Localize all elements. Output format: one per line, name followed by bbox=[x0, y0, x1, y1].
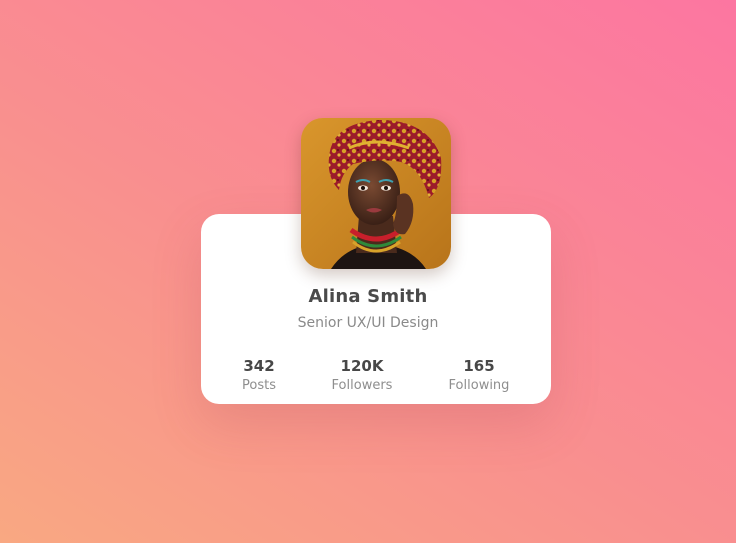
profile-name: Alina Smith bbox=[308, 286, 428, 307]
stat-followers-label: Followers bbox=[331, 378, 393, 393]
portrait-photo-icon bbox=[301, 118, 451, 269]
stat-posts-value: 342 bbox=[243, 357, 275, 375]
profile-role: Senior UX/UI Design bbox=[297, 315, 439, 331]
stat-following-value: 165 bbox=[463, 357, 495, 375]
stat-followers[interactable]: 120K Followers bbox=[307, 356, 417, 396]
profile-avatar[interactable] bbox=[301, 118, 451, 269]
stat-following-label: Following bbox=[448, 378, 510, 393]
stat-posts-label: Posts bbox=[242, 378, 276, 393]
stat-followers-value: 120K bbox=[340, 357, 384, 375]
stat-posts[interactable]: 342 Posts bbox=[204, 356, 314, 396]
stat-following[interactable]: 165 Following bbox=[424, 356, 534, 396]
